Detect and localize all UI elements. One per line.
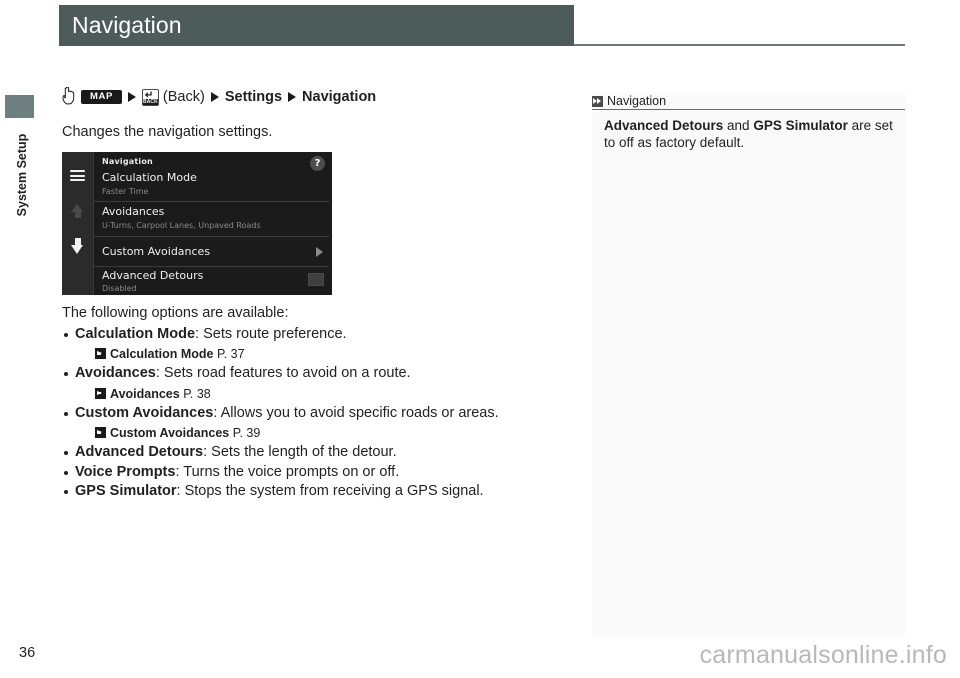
option-desc: : Sets route preference. (195, 325, 347, 342)
back-label: (Back) (162, 89, 205, 105)
back-button[interactable]: ↵ BACK (141, 88, 159, 106)
reference-name: Calculation Mode (110, 347, 214, 361)
toggle-checkbox[interactable] (308, 273, 324, 286)
side-note-body: Advanced Detours and GPS Simulator are s… (604, 117, 893, 151)
cross-reference-calculation-mode[interactable]: Calculation Mode P. 37 (62, 345, 572, 363)
back-button-word: BACK (142, 98, 158, 105)
option-name: Custom Avoidances (75, 404, 214, 421)
reference-arrow-icon (95, 348, 106, 359)
chevron-right-icon[interactable] (316, 247, 323, 257)
section-label-system-setup: System Setup (15, 133, 29, 217)
reference-name: Custom Avoidances (110, 426, 230, 440)
device-row-label: Avoidances (102, 205, 165, 218)
option-desc: : Sets road features to avoid on a route… (155, 365, 411, 381)
side-note-term-2: GPS Simulator (753, 118, 848, 133)
reference-arrow-icon (95, 387, 106, 399)
option-name: Advanced Detours (75, 444, 204, 460)
device-left-rail (62, 152, 94, 295)
double-chevron-right-icon (592, 95, 603, 107)
option-name: Calculation Mode (75, 325, 196, 342)
device-screenshot-navigation-settings: Navigation ? Calculation Mode Faster Tim… (62, 152, 332, 295)
device-scrollbar[interactable] (329, 152, 332, 295)
side-note-panel: Navigation Advanced Detours and GPS Simu… (592, 93, 905, 637)
option-name: Voice Prompts (75, 463, 176, 480)
breadcrumb-item-navigation[interactable]: Navigation (302, 89, 376, 105)
cross-reference-avoidances[interactable]: Avoidances P. 38 (62, 385, 572, 403)
side-note-title: Navigation (607, 94, 667, 108)
device-screen-title: Navigation (102, 157, 153, 166)
option-item-calculation-mode: Calculation Mode: Sets route preference. (62, 325, 572, 345)
option-item-voice-prompts: Voice Prompts: Turns the voice prompts o… (62, 463, 572, 483)
device-row-custom-avoidances[interactable]: Custom Avoidances (93, 237, 332, 267)
main-content: MAP ↵ BACK (Back) Settings Navigation Ch… (62, 86, 572, 502)
side-note-header: Navigation (592, 93, 905, 110)
device-row-sublabel: Faster Time (102, 187, 149, 196)
option-desc: : Allows you to avoid specific roads or … (213, 404, 499, 421)
side-note-conjunction: and (723, 118, 754, 133)
breadcrumb-arrow-icon-3 (288, 92, 297, 102)
option-name: Avoidances (75, 365, 156, 381)
option-desc: : Sets the length of the detour. (203, 444, 397, 460)
device-row-label: Calculation Mode (102, 171, 197, 184)
reference-name: Avoidances (110, 386, 180, 401)
breadcrumb: MAP ↵ BACK (Back) Settings Navigation (62, 86, 572, 108)
device-row-sublabel: Disabled (102, 284, 137, 293)
side-note-term-1: Advanced Detours (604, 118, 724, 133)
option-item-custom-avoidances: Custom Avoidances: Allows you to avoid s… (62, 404, 572, 424)
device-row-sublabel: U-Turns, Carpool Lanes, Unpaved Roads (102, 221, 261, 230)
options-lead-text: The following options are available: (62, 305, 289, 321)
device-row-label: Custom Avoidances (102, 245, 211, 258)
breadcrumb-arrow-icon-2 (210, 92, 219, 102)
intro-text: Changes the navigation settings. (62, 124, 273, 140)
option-desc: : Stops the system from receiving a GPS … (176, 483, 484, 499)
breadcrumb-item-settings[interactable]: Settings (225, 89, 282, 105)
hand-pointer-icon (62, 87, 75, 105)
scroll-up-icon[interactable] (71, 204, 83, 212)
device-row-label: Advanced Detours (102, 269, 204, 282)
page-number: 36 (19, 645, 36, 661)
device-row-advanced-detours[interactable]: Advanced Detours Disabled (93, 267, 332, 295)
option-name: GPS Simulator (75, 483, 177, 499)
reference-page: P. 38 (183, 386, 211, 401)
scroll-up-icon-stem (74, 212, 81, 218)
options-list: The following options are available: Cal… (62, 304, 572, 502)
reference-page: P. 37 (216, 347, 245, 361)
page-header-bar: Navigation (59, 5, 574, 46)
reference-page: P. 39 (232, 426, 261, 440)
device-panel: Navigation ? Calculation Mode Faster Tim… (93, 152, 332, 295)
option-item-gps-simulator: GPS Simulator: Stops the system from rec… (62, 482, 572, 502)
option-item-advanced-detours: Advanced Detours: Sets the length of the… (62, 443, 572, 463)
device-row-calculation-mode[interactable]: Calculation Mode Faster Time (93, 168, 332, 202)
cross-reference-custom-avoidances[interactable]: Custom Avoidances P. 39 (62, 424, 572, 442)
page-title: Navigation (72, 12, 182, 38)
map-button[interactable]: MAP (81, 89, 122, 105)
reference-arrow-icon (95, 427, 106, 438)
breadcrumb-arrow-icon-1 (127, 92, 136, 102)
option-item-avoidances: Avoidances: Sets road features to avoid … (62, 364, 572, 384)
device-row-avoidances[interactable]: Avoidances U-Turns, Carpool Lanes, Unpav… (93, 202, 332, 237)
option-desc: : Turns the voice prompts on or off. (175, 463, 400, 480)
menu-icon[interactable] (70, 170, 85, 181)
header-divider-rule (574, 44, 905, 46)
scroll-down-icon[interactable] (71, 245, 83, 254)
watermark: carmanualsonline.info (699, 641, 947, 669)
